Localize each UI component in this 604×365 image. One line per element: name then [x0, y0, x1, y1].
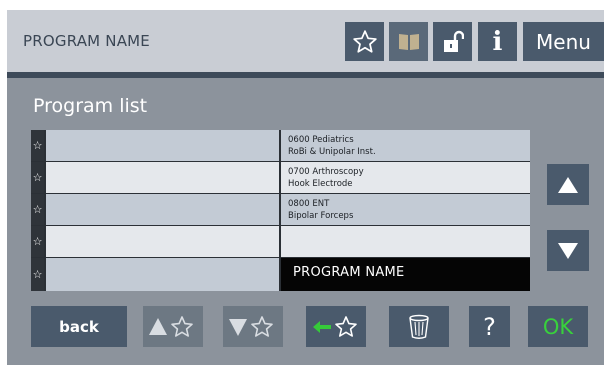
program-instrument: Bipolar Forceps	[288, 211, 354, 221]
trash-icon	[409, 314, 429, 339]
menu-label: Menu	[536, 29, 591, 54]
row-name-cell	[46, 258, 279, 291]
star-icon: ☆	[32, 139, 43, 152]
move-favorite-up-button[interactable]	[143, 306, 203, 347]
help-button[interactable]: ?	[469, 306, 510, 347]
manual-button[interactable]	[389, 22, 428, 61]
row-name-cell	[46, 226, 279, 257]
program-name-title: PROGRAM NAME	[23, 32, 150, 50]
program-title: 0700 Arthroscopy	[288, 167, 364, 177]
star-icon: ☆	[32, 268, 43, 281]
info-button[interactable]: i	[478, 22, 517, 61]
favorite-toggle[interactable]: ☆	[31, 194, 44, 225]
row-program-cell: 0700 Arthroscopy Hook Electrode	[281, 162, 530, 193]
row-program-cell: 0800 ENT Bipolar Forceps	[281, 194, 530, 225]
row-name-cell	[46, 194, 279, 225]
program-instrument: Hook Electrode	[288, 179, 353, 189]
add-to-favorites-button[interactable]	[306, 306, 366, 347]
favorite-toggle[interactable]: ☆	[31, 226, 44, 257]
star-outline-icon	[352, 29, 377, 53]
move-favorite-down-button[interactable]	[223, 306, 283, 347]
program-instrument: RoBi & Unipolar Inst.	[288, 147, 376, 157]
row-name-cell	[46, 130, 279, 161]
favorite-toggle[interactable]: ☆	[31, 130, 44, 161]
program-list-row[interactable]: ☆ 0800 ENT Bipolar Forceps	[31, 194, 530, 225]
favorite-toggle[interactable]: ☆	[31, 258, 44, 291]
info-icon: i	[492, 26, 503, 57]
program-title: 0600 Pediatrics	[288, 135, 354, 145]
favorite-button[interactable]	[345, 22, 384, 61]
back-label: back	[59, 317, 99, 336]
content-area: Program list ☆ 0600 Pediatrics RoBi & Un…	[7, 78, 604, 365]
triangle-down-icon	[558, 242, 578, 259]
star-icon: ☆	[32, 235, 43, 248]
program-list-row[interactable]: ☆	[31, 226, 530, 257]
selected-program-name: PROGRAM NAME	[293, 265, 405, 280]
help-icon: ?	[483, 312, 496, 341]
ok-label: OK	[542, 314, 574, 339]
program-title: 0800 ENT	[288, 199, 330, 209]
favorite-toggle[interactable]: ☆	[31, 162, 44, 193]
ok-button[interactable]: OK	[528, 306, 588, 347]
program-list: ☆ 0600 Pediatrics RoBi & Unipolar Inst. …	[31, 130, 530, 291]
star-icon: ☆	[32, 171, 43, 184]
row-program-cell: 0600 Pediatrics RoBi & Unipolar Inst.	[281, 130, 530, 161]
triangle-up-icon	[558, 176, 578, 193]
back-button[interactable]: back	[31, 306, 127, 347]
unlocked-padlock-icon	[443, 30, 464, 52]
triangle-down-star-icon	[229, 315, 273, 337]
delete-button[interactable]	[389, 306, 449, 347]
screen: PROGRAM NAME i Menu Program list ☆ 0600 …	[7, 10, 604, 365]
triangle-up-star-icon	[149, 315, 193, 337]
star-icon: ☆	[32, 203, 43, 216]
book-icon	[398, 33, 419, 50]
row-program-cell: PROGRAM NAME	[281, 258, 530, 291]
scroll-up-button[interactable]	[547, 164, 589, 205]
header-bar: PROGRAM NAME i Menu	[7, 10, 604, 72]
program-list-row[interactable]: ☆ 0600 Pediatrics RoBi & Unipolar Inst.	[31, 130, 530, 161]
lock-button[interactable]	[433, 22, 472, 61]
row-name-cell	[46, 162, 279, 193]
program-list-row[interactable]: ☆ 0700 Arthroscopy Hook Electrode	[31, 162, 530, 193]
scroll-down-button[interactable]	[547, 230, 589, 271]
program-list-row-selected[interactable]: ☆ PROGRAM NAME	[31, 258, 530, 291]
arrow-left-star-icon	[313, 315, 357, 337]
menu-button[interactable]: Menu	[523, 22, 604, 61]
row-program-cell	[281, 226, 530, 257]
program-list-title: Program list	[33, 95, 148, 117]
